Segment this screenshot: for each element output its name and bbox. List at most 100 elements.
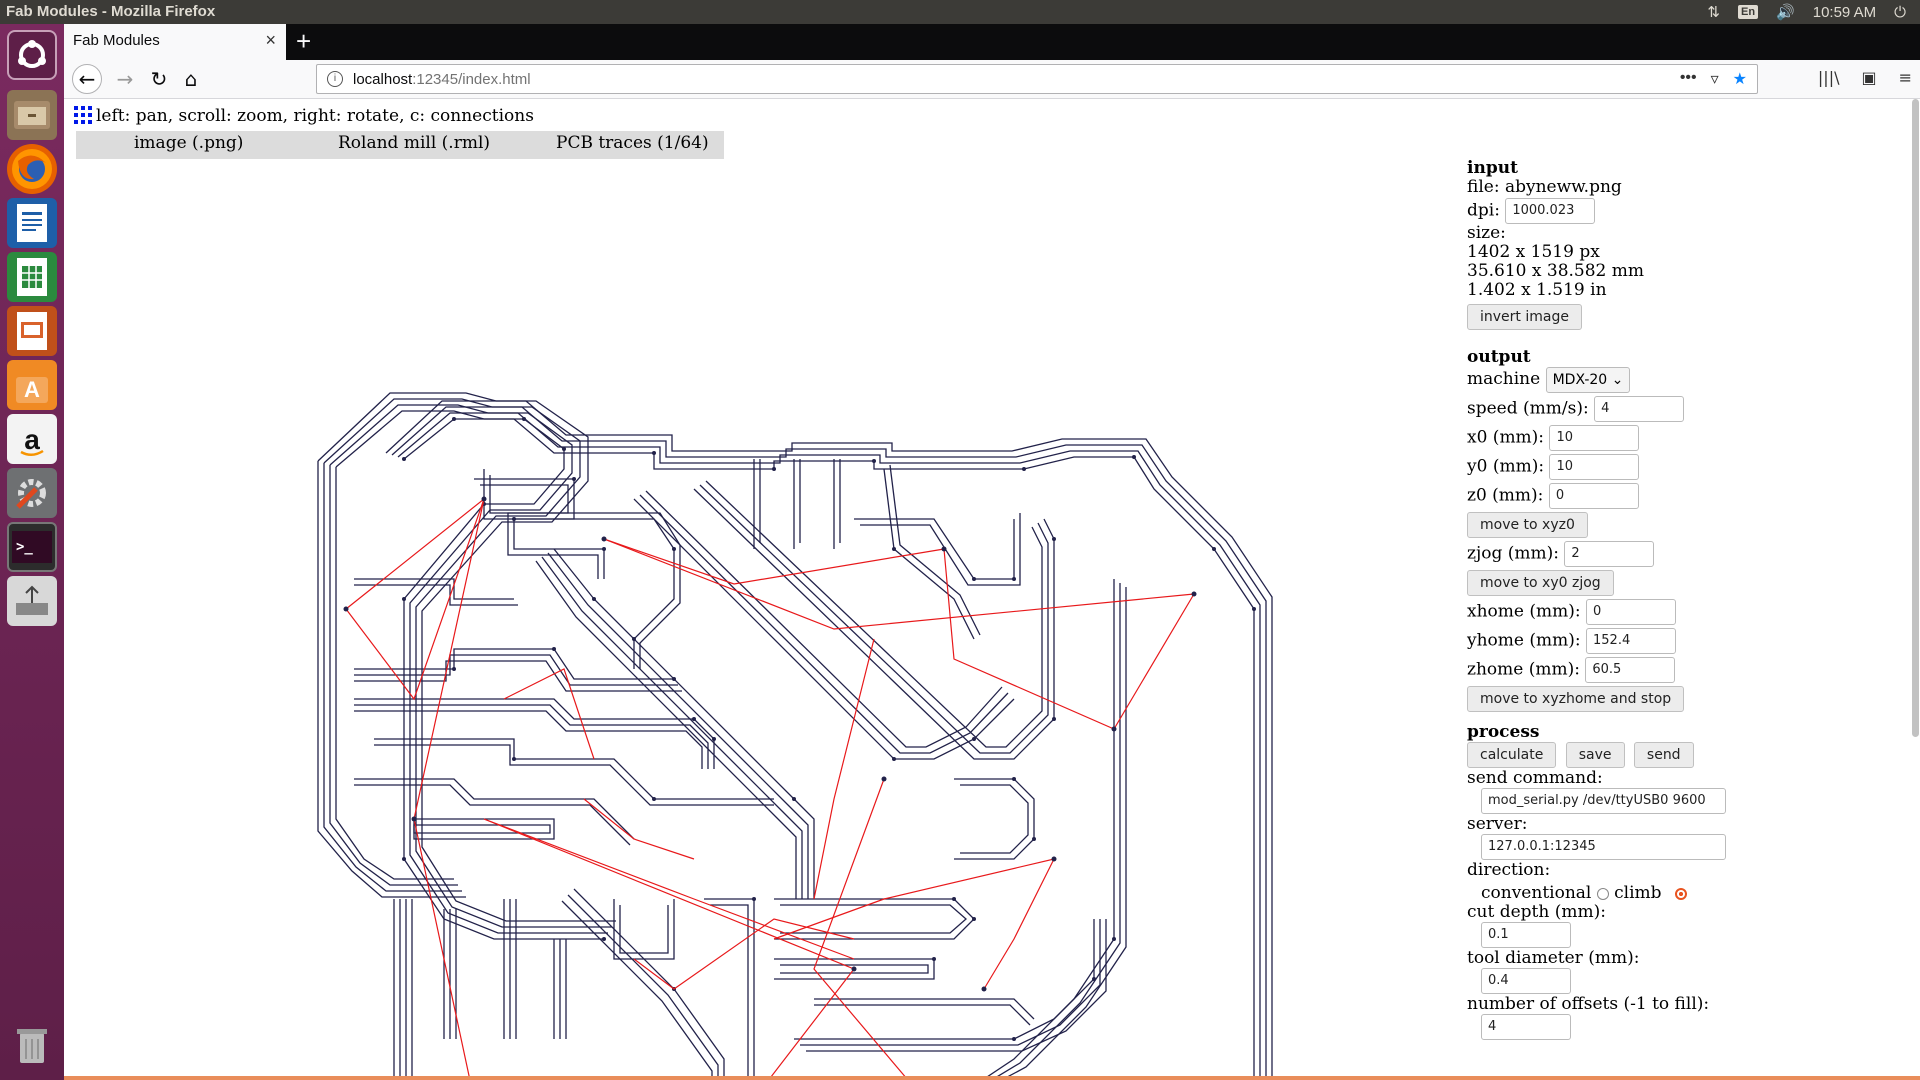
trash-icon[interactable]	[7, 1020, 57, 1070]
dpi-input[interactable]: 1000.023	[1505, 198, 1596, 224]
send-command-input[interactable]: mod_serial.py /dev/ttyUSB0 9600	[1481, 788, 1726, 814]
conventional-radio[interactable]	[1596, 887, 1609, 900]
ubuntu-dash-icon[interactable]	[7, 30, 57, 80]
keyboard-layout-indicator[interactable]: En	[1737, 5, 1759, 19]
size-px: 1402 x 1519 px	[1467, 242, 1600, 262]
files-icon[interactable]	[7, 90, 57, 140]
connection-lines	[345, 497, 1195, 1080]
zjog-input[interactable]: 2	[1564, 541, 1655, 567]
chevron-down-icon: ⌄	[1611, 372, 1624, 388]
page-actions-icon[interactable]: •••	[1680, 69, 1697, 89]
bookmark-star-icon[interactable]: ★	[1733, 69, 1747, 89]
size-mm: 35.610 x 38.582 mm	[1467, 261, 1645, 281]
z0-label: z0 (mm):	[1467, 485, 1544, 506]
size-in: 1.402 x 1.519 in	[1467, 280, 1607, 300]
move-to-xyz0-button[interactable]: move to xyz0	[1467, 512, 1588, 538]
controls-hint: left: pan, scroll: zoom, right: rotate, …	[74, 106, 534, 126]
x0-label: x0 (mm):	[1467, 427, 1545, 448]
input-heading: input	[1467, 158, 1518, 178]
back-arrow-icon[interactable]: ←	[72, 64, 102, 94]
menu-roland-mill[interactable]: Roland mill (.rml)	[338, 133, 490, 153]
size-label: size:	[1467, 223, 1506, 243]
z0-input[interactable]: 0	[1548, 483, 1639, 509]
xhome-input[interactable]: 0	[1586, 599, 1676, 625]
writer-icon[interactable]	[7, 198, 57, 248]
menu-icon[interactable]: ≡	[1899, 68, 1912, 87]
impress-icon[interactable]	[7, 306, 57, 356]
calculate-button[interactable]: calculate	[1467, 742, 1557, 768]
cut-depth-label: cut depth (mm):	[1467, 902, 1606, 922]
calc-icon[interactable]	[7, 252, 57, 302]
direction-label: direction:	[1467, 860, 1551, 880]
offsets-input[interactable]: 4	[1481, 1014, 1571, 1040]
new-tab-icon[interactable]: +	[296, 26, 311, 57]
navigation-bar: ← → ↻ ⌂ i localhost:12345/index.html •••…	[64, 60, 1920, 99]
zjog-label: zjog (mm):	[1467, 543, 1559, 564]
system-settings-icon[interactable]	[7, 468, 57, 518]
svg-text:>_: >_	[16, 539, 33, 555]
machine-label: machine	[1467, 369, 1541, 389]
scrollbar-thumb[interactable]	[1912, 99, 1919, 737]
offsets-label: number of offsets (-1 to fill):	[1467, 994, 1710, 1014]
grid-icon[interactable]	[74, 106, 92, 124]
software-center-icon[interactable]: A	[7, 360, 57, 410]
power-icon[interactable]: ⏻	[1894, 4, 1906, 21]
x0-input[interactable]: 10	[1549, 425, 1640, 451]
tab-fab-modules[interactable]: Fab Modules ×	[64, 24, 286, 60]
cut-depth-input[interactable]: 0.1	[1481, 922, 1571, 948]
y0-input[interactable]: 10	[1549, 454, 1640, 480]
usb-drive-icon[interactable]	[7, 576, 57, 626]
speed-input[interactable]: 4	[1594, 396, 1685, 422]
xhome-label: xhome (mm):	[1467, 601, 1581, 622]
move-to-home-button[interactable]: move to xyzhome and stop	[1467, 686, 1685, 712]
connection-endpoints	[343, 496, 1197, 992]
vertical-scrollbar[interactable]	[1910, 99, 1920, 1080]
library-icon[interactable]: |||\	[1818, 68, 1840, 87]
forward-arrow-icon[interactable]: →	[110, 64, 140, 94]
send-button[interactable]: send	[1633, 742, 1694, 768]
close-icon[interactable]: ×	[265, 30, 276, 51]
info-icon[interactable]: i	[327, 71, 343, 87]
menu-image-png[interactable]: image (.png)	[134, 133, 243, 153]
reload-icon[interactable]: ↻	[144, 64, 174, 94]
server-label: server:	[1467, 814, 1528, 834]
machine-value: MDX-20	[1552, 372, 1608, 388]
move-to-zjog-button[interactable]: move to xy0 zjog	[1467, 570, 1614, 596]
zhome-input[interactable]: 60.5	[1585, 657, 1676, 683]
url-text: localhost:12345/index.html	[353, 71, 531, 88]
clock[interactable]: 10:59 AM	[1813, 4, 1876, 21]
url-bar[interactable]: i localhost:12345/index.html ••• ▿ ★	[316, 64, 1758, 94]
amazon-icon[interactable]: a	[7, 414, 57, 464]
svg-text:A: A	[24, 377, 40, 402]
horizontal-scrollbar[interactable]	[64, 1076, 1920, 1080]
tool-diameter-input[interactable]: 0.4	[1481, 968, 1571, 994]
tool-diameter-label: tool diameter (mm):	[1467, 948, 1640, 968]
volume-icon[interactable]: 🔊	[1776, 3, 1795, 21]
firefox-icon[interactable]	[7, 144, 57, 194]
terminal-icon[interactable]: >_	[7, 522, 57, 572]
invert-image-button[interactable]: invert image	[1467, 304, 1582, 330]
svg-text:a: a	[24, 424, 40, 455]
url-host: localhost	[353, 71, 413, 88]
sidebar-icon[interactable]: ▣	[1861, 68, 1876, 87]
machine-select[interactable]: MDX-20 ⌄	[1545, 367, 1631, 393]
server-input[interactable]: 127.0.0.1:12345	[1481, 834, 1726, 860]
toolpath-traces	[317, 392, 1273, 1080]
conventional-label: conventional	[1481, 883, 1592, 903]
home-icon[interactable]: ⌂	[176, 64, 206, 94]
network-icon[interactable]: ⇅	[1707, 3, 1720, 21]
toolpath-canvas[interactable]	[254, 339, 1354, 1080]
hint-text: left: pan, scroll: zoom, right: rotate, …	[96, 106, 534, 126]
window-title: Fab Modules - Mozilla Firefox	[6, 3, 216, 20]
pocket-icon[interactable]: ▿	[1711, 69, 1719, 89]
yhome-input[interactable]: 152.4	[1586, 628, 1677, 654]
y0-label: y0 (mm):	[1467, 456, 1545, 477]
send-command-label: send command:	[1467, 768, 1603, 788]
tab-bar: Fab Modules × +	[64, 24, 1920, 60]
speed-label: speed (mm/s):	[1467, 398, 1589, 419]
climb-radio[interactable]	[1674, 887, 1687, 900]
process-heading: process	[1467, 722, 1540, 742]
output-heading: output	[1467, 347, 1531, 367]
save-button[interactable]: save	[1565, 742, 1625, 768]
menu-pcb-traces[interactable]: PCB traces (1/64)	[556, 133, 709, 153]
